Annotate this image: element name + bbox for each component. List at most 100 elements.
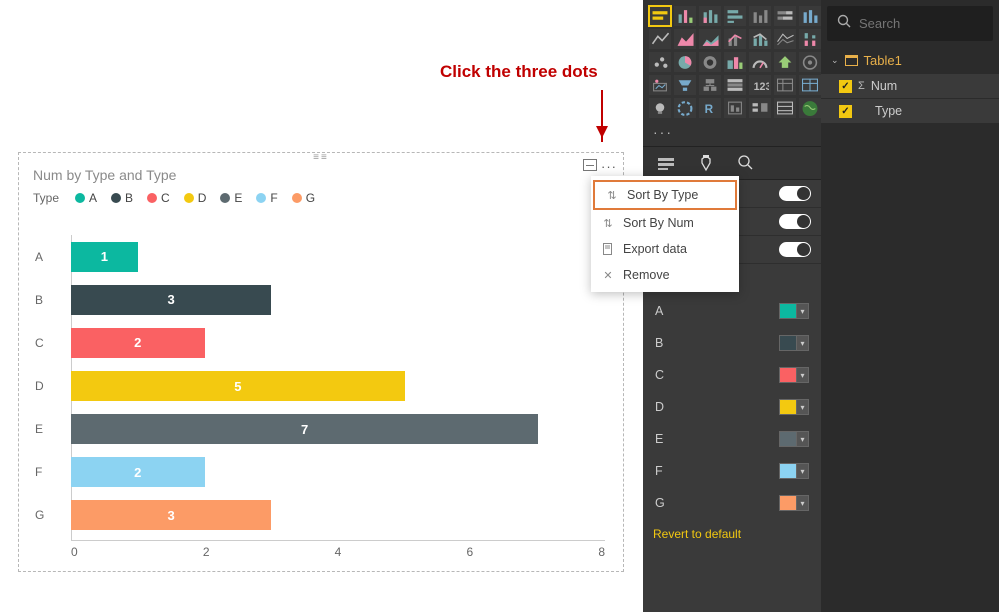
x-tick-label: 2 [203,545,210,559]
y-tick-label: A [35,250,43,264]
chart-legend: Type A B C D E F G [19,189,623,215]
table-icon [845,55,858,66]
search-icon [837,14,851,33]
sigma-icon: Σ [858,80,865,92]
bar-segment[interactable]: 3 [71,285,271,315]
bar-chart-visual[interactable]: ≡≡ ··· Num by Type and Type Type A B C D… [18,152,624,572]
viz-type-icon[interactable] [649,98,671,118]
color-picker[interactable]: ▾ [779,335,809,351]
revert-to-default-link[interactable]: Revert to default [643,519,821,549]
viz-type-icon[interactable] [799,75,821,95]
drag-handle[interactable]: ≡≡ [313,152,329,163]
color-picker-row: E▾ [643,423,821,455]
annotation-arrow [601,90,603,142]
fields-search[interactable] [827,6,993,41]
property-toggle[interactable] [779,242,811,257]
viz-type-icon[interactable] [674,52,696,72]
menu-remove[interactable]: ✕ Remove [591,262,739,288]
svg-text:R: R [705,103,714,116]
viz-type-icon[interactable] [774,75,796,95]
viz-type-icon[interactable] [749,29,771,49]
checkbox-checked-icon[interactable]: ✓ [839,80,852,93]
format-tab-icon[interactable] [695,153,717,173]
color-picker-row: A▾ [643,295,821,327]
viz-type-icon[interactable] [649,52,671,72]
viz-type-icon[interactable] [774,6,796,26]
x-tick-label: 8 [598,545,605,559]
viz-type-icon[interactable] [674,98,696,118]
viz-type-icon[interactable] [799,29,821,49]
viz-type-icon[interactable] [674,29,696,49]
close-icon: ✕ [601,268,615,282]
viz-type-icon[interactable] [699,6,721,26]
report-canvas[interactable]: Click the three dots ≡≡ ··· Num by Type … [0,0,643,612]
x-axis-line [71,540,605,541]
legend-field-label: Type [33,191,59,205]
viz-type-icon[interactable] [799,6,821,26]
visual-context-menu: ⇅ Sort By Type ⇅ Sort By Num Export data… [591,176,739,292]
color-picker[interactable]: ▾ [779,495,809,511]
color-picker[interactable]: ▾ [779,303,809,319]
viz-type-icon[interactable] [649,6,671,26]
viz-type-icon[interactable] [724,75,746,95]
viz-type-icon[interactable] [699,29,721,49]
viz-type-icon[interactable] [749,98,771,118]
viz-type-icon[interactable] [749,6,771,26]
viz-type-icon[interactable] [774,98,796,118]
field-num[interactable]: ✓ Σ Num [821,74,999,98]
chevron-down-icon: ▾ [797,495,809,511]
visualization-gallery: 123 R [643,0,821,122]
property-toggle[interactable] [779,214,811,229]
bar-segment[interactable]: 2 [71,457,205,487]
color-picker[interactable]: ▾ [779,431,809,447]
bar-segment[interactable]: 3 [71,500,271,530]
viz-type-icon[interactable] [799,98,821,118]
viz-type-icon[interactable] [724,52,746,72]
gallery-ellipsis[interactable]: ··· [643,122,821,146]
format-tabs [643,146,821,180]
checkbox-checked-icon[interactable]: ✓ [839,105,852,118]
viz-type-icon[interactable] [799,52,821,72]
table-node[interactable]: ⌄ Table1 [821,47,999,74]
property-toggle[interactable] [779,186,811,201]
viz-type-icon[interactable] [724,29,746,49]
bar-segment[interactable]: 7 [71,414,538,444]
menu-sort-by-num[interactable]: ⇅ Sort By Num [591,210,739,236]
color-label: G [655,496,665,510]
color-picker[interactable]: ▾ [779,399,809,415]
viz-type-icon[interactable]: 123 [749,75,771,95]
y-tick-label: F [35,465,42,479]
bar-segment[interactable]: 1 [71,242,138,272]
color-picker-row: B▾ [643,327,821,359]
bar-segment[interactable]: 2 [71,328,205,358]
color-picker[interactable]: ▾ [779,367,809,383]
color-picker-row: G▾ [643,487,821,519]
viz-type-icon[interactable] [699,75,721,95]
viz-type-icon[interactable] [774,29,796,49]
sort-icon: ⇅ [605,188,619,202]
viz-type-icon[interactable] [674,75,696,95]
focus-mode-icon[interactable] [583,159,597,171]
viz-type-icon[interactable] [649,75,671,95]
viz-type-icon[interactable] [699,52,721,72]
viz-type-icon[interactable] [674,6,696,26]
color-label: A [655,304,663,318]
analytics-tab-icon[interactable] [735,153,757,173]
viz-type-icon[interactable] [724,98,746,118]
viz-type-icon[interactable] [749,52,771,72]
bar-segment[interactable]: 5 [71,371,405,401]
color-picker[interactable]: ▾ [779,463,809,479]
viz-type-icon[interactable]: R [699,98,721,118]
viz-type-icon[interactable] [774,52,796,72]
field-type[interactable]: ✓ Type [821,99,999,123]
menu-export-data[interactable]: Export data [591,236,739,262]
more-options-icon[interactable]: ··· [601,159,617,174]
menu-sort-by-type[interactable]: ⇅ Sort By Type [593,180,737,210]
fields-tab-icon[interactable] [655,153,677,173]
viz-type-icon[interactable] [649,29,671,49]
viz-type-icon[interactable] [724,6,746,26]
fields-panel: ⌄ Table1 ✓ Σ Num ✓ Type [821,0,999,612]
chevron-down-icon: ▾ [797,463,809,479]
search-input[interactable] [859,16,999,31]
y-tick-label: C [35,336,44,350]
